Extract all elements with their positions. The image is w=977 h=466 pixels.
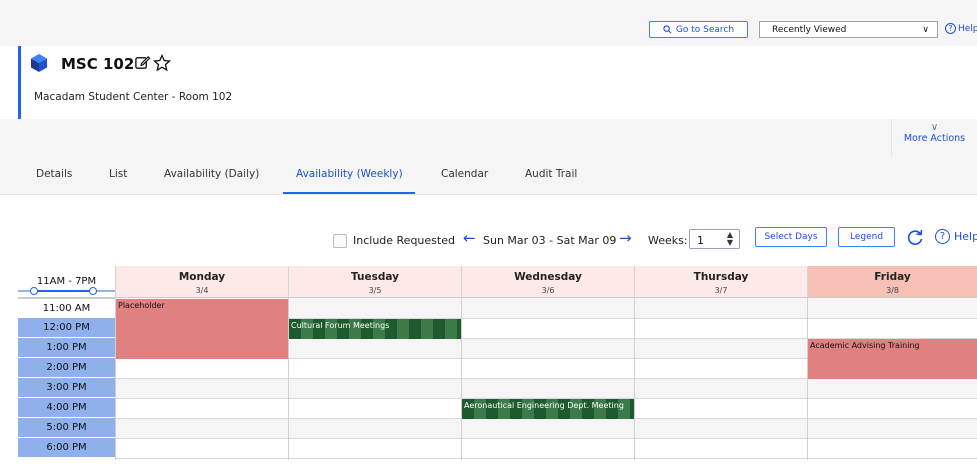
- time-label: 5:00 PM: [18, 418, 115, 438]
- weeks-stepper[interactable]: 1 ▲ ▼: [689, 229, 740, 249]
- column-divider: [807, 298, 808, 460]
- day-header-monday[interactable]: Monday 3/4: [115, 266, 288, 298]
- tab-calendar[interactable]: Calendar: [441, 168, 488, 180]
- day-name: Monday: [178, 271, 226, 283]
- help-label-top: Help: [958, 23, 977, 34]
- stepper-arrows-icon[interactable]: ▲ ▼: [727, 231, 733, 247]
- tab-availability-weekly[interactable]: Availability (Weekly): [296, 168, 403, 180]
- grid-row: [115, 378, 977, 398]
- event-cultural-forum-meetings[interactable]: Cultural Forum Meetings: [289, 319, 461, 339]
- weeks-value: 1: [697, 234, 704, 247]
- legend-button[interactable]: Legend: [838, 227, 895, 247]
- location-header: MSC 102 Macadam Student Center - Room 10…: [18, 46, 977, 119]
- actions-bar: [0, 119, 977, 157]
- help-link[interactable]: ? Help: [935, 229, 977, 244]
- tab-bar: Details List Availability (Daily) Availa…: [0, 157, 977, 195]
- day-date: 3/7: [714, 286, 728, 295]
- slider-fill: [34, 290, 93, 292]
- grid-line: [115, 458, 977, 459]
- day-name: Friday: [874, 271, 911, 283]
- day-header-wednesday[interactable]: Wednesday 3/6: [461, 266, 634, 298]
- column-divider: [461, 298, 462, 460]
- event-academic-advising-training[interactable]: Academic Advising Training: [808, 339, 977, 379]
- help-icon: ?: [945, 23, 956, 34]
- tab-audit-trail[interactable]: Audit Trail: [525, 168, 577, 180]
- day-date: 3/5: [368, 286, 382, 295]
- time-label: 2:00 PM: [18, 358, 115, 378]
- location-subtitle: Macadam Student Center - Room 102: [34, 91, 233, 103]
- day-name: Wednesday: [514, 271, 582, 283]
- day-date: 3/8: [886, 286, 899, 295]
- more-actions-label: More Actions: [903, 133, 966, 144]
- date-range: Sun Mar 03 - Sat Mar 09: [483, 234, 617, 247]
- recently-viewed-select[interactable]: Recently Viewed ∨: [759, 21, 938, 38]
- search-icon: [663, 25, 672, 34]
- day-header-thursday[interactable]: Thursday 3/7: [634, 266, 807, 298]
- recently-viewed-label: Recently Viewed: [772, 24, 847, 35]
- weeks-label: Weeks:: [648, 234, 688, 247]
- include-requested-checkbox[interactable]: [333, 234, 347, 248]
- time-label: 3:00 PM: [18, 378, 115, 398]
- day-name: Thursday: [693, 271, 749, 283]
- time-label: 6:00 PM: [18, 438, 115, 458]
- time-label: 12:00 PM: [18, 318, 115, 338]
- star-icon[interactable]: [153, 54, 171, 72]
- slider-end-handle[interactable]: [89, 287, 97, 295]
- next-week-arrow-icon[interactable]: →: [619, 229, 632, 247]
- select-days-button[interactable]: Select Days: [755, 227, 827, 247]
- column-divider: [634, 298, 635, 460]
- time-range-slider[interactable]: 11AM - 7PM: [18, 266, 115, 298]
- tab-details[interactable]: Details: [36, 168, 72, 180]
- chevron-down-icon: ∨: [930, 122, 939, 133]
- day-header-friday[interactable]: Friday 3/8: [807, 266, 977, 298]
- day-name: Tuesday: [351, 271, 399, 283]
- go-to-search-button[interactable]: Go to Search: [649, 21, 748, 38]
- refresh-icon[interactable]: [906, 228, 924, 246]
- event-placeholder[interactable]: Placeholder: [116, 299, 288, 359]
- more-actions-button[interactable]: ∨ More Actions: [891, 119, 977, 157]
- tab-availability-daily[interactable]: Availability (Daily): [164, 168, 259, 180]
- go-to-search-label: Go to Search: [675, 24, 735, 35]
- time-label: 11:00 AM: [18, 298, 115, 318]
- top-bar: Go to Search Recently Viewed ∨ ? Help: [0, 0, 977, 46]
- event-aeronautical-engineering-meeting[interactable]: Aeronautical Engineering Dept. Meeting: [462, 399, 634, 419]
- grid-row: [115, 418, 977, 438]
- help-label: Help: [954, 230, 977, 243]
- page-title: MSC 102: [61, 55, 135, 73]
- edit-icon[interactable]: [134, 54, 151, 71]
- day-header-tuesday[interactable]: Tuesday 3/5: [288, 266, 461, 298]
- help-icon: ?: [935, 229, 950, 244]
- include-requested-label: Include Requested: [353, 234, 455, 247]
- day-date: 3/4: [195, 286, 209, 295]
- active-tab-indicator: [283, 192, 415, 194]
- previous-week-arrow-icon[interactable]: ←: [463, 229, 476, 247]
- tab-list[interactable]: List: [109, 168, 127, 180]
- time-range-label: 11AM - 7PM: [36, 276, 97, 287]
- chevron-down-icon: ∨: [922, 25, 929, 35]
- slider-start-handle[interactable]: [30, 287, 38, 295]
- time-label: 4:00 PM: [18, 398, 115, 418]
- grid-line: [115, 438, 977, 439]
- schedule-toolbar: Include Requested ← Sun Mar 03 - Sat Mar…: [0, 195, 977, 265]
- cube-icon: [31, 54, 47, 72]
- help-link-top[interactable]: ? Help: [945, 23, 977, 34]
- day-date: 3/6: [541, 286, 555, 295]
- time-label: 1:00 PM: [18, 338, 115, 358]
